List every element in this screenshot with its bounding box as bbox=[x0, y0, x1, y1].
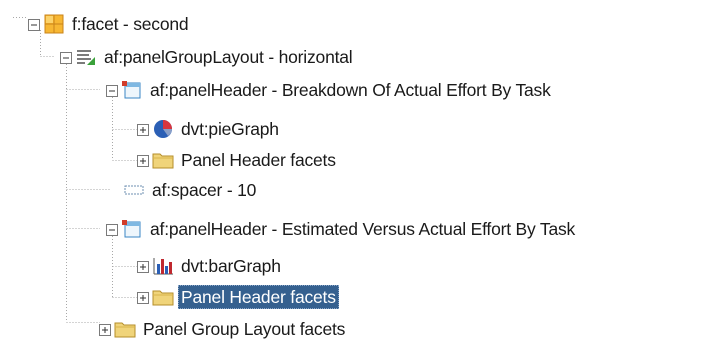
tree-node-label: Panel Header facets bbox=[181, 150, 336, 170]
tree-node[interactable]: dvt:barGraph bbox=[137, 251, 284, 281]
structure-tree: f:facet - second af:panelGroupLayout - ho… bbox=[0, 0, 727, 350]
expand-toggle-icon[interactable] bbox=[137, 260, 149, 273]
tree-node-label: dvt:pieGraph bbox=[181, 119, 279, 139]
folder-icon bbox=[114, 319, 136, 339]
tree-node-label: f:facet - second bbox=[72, 14, 189, 34]
tree-node[interactable]: Panel Header facets bbox=[137, 145, 339, 175]
panel-header-icon bbox=[121, 80, 143, 100]
panel-header-icon bbox=[121, 219, 143, 239]
collapse-toggle-icon[interactable] bbox=[106, 84, 118, 97]
tree-node[interactable]: Panel Group Layout facets bbox=[99, 314, 348, 344]
expand-toggle-icon[interactable] bbox=[137, 123, 149, 136]
tree-node-label: af:panelHeader - Estimated Versus Actual… bbox=[150, 219, 576, 239]
collapse-toggle-icon[interactable] bbox=[60, 51, 72, 64]
tree-node-label: af:panelGroupLayout - horizontal bbox=[104, 47, 353, 67]
folder-icon bbox=[152, 150, 174, 170]
spacer-icon bbox=[123, 180, 145, 200]
tree-node[interactable]: af:spacer - 10 bbox=[108, 175, 259, 205]
tree-node-label: af:panelHeader - Breakdown Of Actual Eff… bbox=[150, 80, 551, 100]
tree-node[interactable]: af:panelGroupLayout - horizontal bbox=[60, 42, 356, 72]
panel-group-layout-icon bbox=[75, 47, 97, 67]
facet-grid-icon bbox=[43, 14, 65, 34]
tree-node-label: dvt:barGraph bbox=[181, 256, 281, 276]
tree-node-label: Panel Group Layout facets bbox=[143, 319, 346, 339]
expand-toggle-icon[interactable] bbox=[99, 323, 111, 336]
bar-graph-icon bbox=[152, 256, 174, 276]
collapse-toggle-icon[interactable] bbox=[106, 223, 118, 236]
tree-node-label: Panel Header facets bbox=[178, 285, 339, 309]
tree-node-label: af:spacer - 10 bbox=[152, 180, 257, 200]
expand-toggle-icon[interactable] bbox=[137, 291, 149, 304]
tree-node[interactable]: af:panelHeader - Breakdown Of Actual Eff… bbox=[106, 75, 554, 105]
tree-node[interactable]: dvt:pieGraph bbox=[137, 114, 282, 144]
folder-icon bbox=[152, 287, 174, 307]
tree-node[interactable]: f:facet - second bbox=[28, 9, 191, 39]
tree-node[interactable]: af:panelHeader - Estimated Versus Actual… bbox=[106, 214, 578, 244]
tree-node[interactable]: Panel Header facets bbox=[137, 282, 339, 312]
pie-graph-icon bbox=[152, 119, 174, 139]
collapse-toggle-icon[interactable] bbox=[28, 18, 40, 31]
expand-toggle-icon[interactable] bbox=[137, 154, 149, 167]
